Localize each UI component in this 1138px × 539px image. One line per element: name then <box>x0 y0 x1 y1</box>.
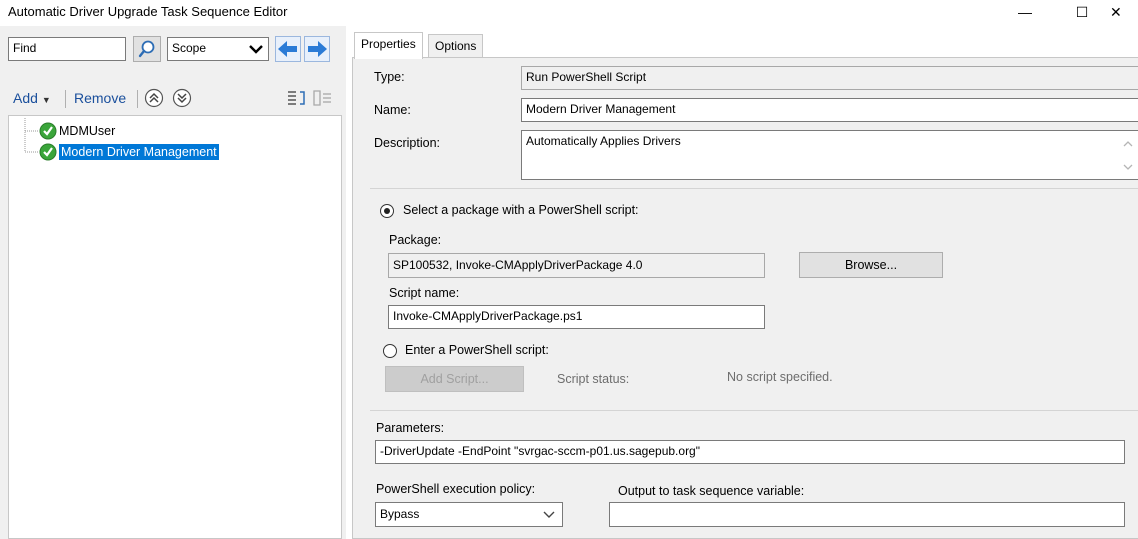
type-label: Type: <box>374 70 405 84</box>
move-up-icon[interactable] <box>144 88 164 108</box>
radio-enter-script-label: Enter a PowerShell script: <box>405 343 549 357</box>
tab-strip: Properties Options <box>352 30 1138 59</box>
script-name-input[interactable]: Invoke-CMApplyDriverPackage.ps1 <box>388 305 765 329</box>
tab-options[interactable]: Options <box>428 34 484 57</box>
back-arrow-icon[interactable] <box>275 36 301 62</box>
radio-select-package-label: Select a package with a PowerShell scrip… <box>403 203 639 217</box>
check-icon <box>39 122 57 140</box>
close-button[interactable]: ✕ <box>1110 0 1138 26</box>
section-divider <box>370 410 1138 411</box>
script-status-label: Script status: <box>557 372 630 386</box>
maximize-button[interactable]: ☐ <box>1062 0 1102 26</box>
tree-item-label: MDMUser <box>59 124 116 138</box>
add-label: Add <box>13 90 38 106</box>
browse-button[interactable]: Browse... <box>799 252 943 278</box>
window-title: Automatic Driver Upgrade Task Sequence E… <box>8 4 288 19</box>
script-name-label: Script name: <box>389 286 460 300</box>
add-script-button[interactable]: Add Script... <box>385 366 524 392</box>
search-button[interactable] <box>133 36 161 62</box>
tree-item-modern-driver-management[interactable]: Modern Driver Management <box>37 143 222 161</box>
group-icon[interactable] <box>286 88 308 108</box>
policy-label: PowerShell execution policy: <box>376 482 536 496</box>
find-input[interactable]: Find <box>8 37 126 61</box>
package-label: Package: <box>389 233 442 247</box>
toolbar-divider <box>137 90 138 108</box>
package-value: SP100532, Invoke-CMApplyDriverPackage 4.… <box>388 253 765 278</box>
parameters-label: Parameters: <box>376 421 445 435</box>
title-bar: Automatic Driver Upgrade Task Sequence E… <box>0 0 1138 26</box>
tree-item-label-selected: Modern Driver Management <box>59 144 219 160</box>
toolbar-divider <box>65 90 66 108</box>
minimize-button[interactable]: — <box>1005 0 1045 26</box>
add-button[interactable]: Add ▼ <box>13 90 51 106</box>
section-divider <box>370 188 1138 189</box>
check-icon <box>39 143 57 161</box>
task-sequence-tree[interactable]: MDMUser Modern Driver Management <box>8 115 342 539</box>
execution-policy-dropdown[interactable]: Bypass <box>375 502 563 527</box>
tab-properties[interactable]: Properties <box>354 32 423 59</box>
search-icon <box>138 40 155 58</box>
ungroup-icon <box>313 90 331 106</box>
radio-select-package[interactable] <box>380 204 394 218</box>
description-scrollbar[interactable] <box>1120 133 1136 177</box>
parameters-input[interactable]: -DriverUpdate -EndPoint "svrgac-sccm-p01… <box>375 440 1125 464</box>
output-variable-input[interactable] <box>609 502 1125 527</box>
description-textarea[interactable]: Automatically Applies Drivers <box>521 130 1138 180</box>
output-variable-label: Output to task sequence variable: <box>618 484 805 498</box>
tree-item-mdmuser[interactable]: MDMUser <box>37 122 118 140</box>
description-label: Description: <box>374 136 440 150</box>
remove-button[interactable]: Remove <box>74 90 126 106</box>
name-input[interactable]: Modern Driver Management <box>521 98 1138 122</box>
forward-arrow-icon[interactable] <box>304 36 330 62</box>
dropdown-arrow-icon: ▼ <box>41 95 51 105</box>
radio-dot <box>384 208 390 214</box>
chevron-down-icon[interactable] <box>246 39 266 59</box>
name-label: Name: <box>374 103 411 117</box>
radio-enter-script[interactable] <box>383 344 397 358</box>
type-value: Run PowerShell Script <box>521 66 1138 90</box>
move-down-icon[interactable] <box>172 88 192 108</box>
script-status-value: No script specified. <box>727 370 833 384</box>
chevron-down-icon <box>543 511 555 518</box>
